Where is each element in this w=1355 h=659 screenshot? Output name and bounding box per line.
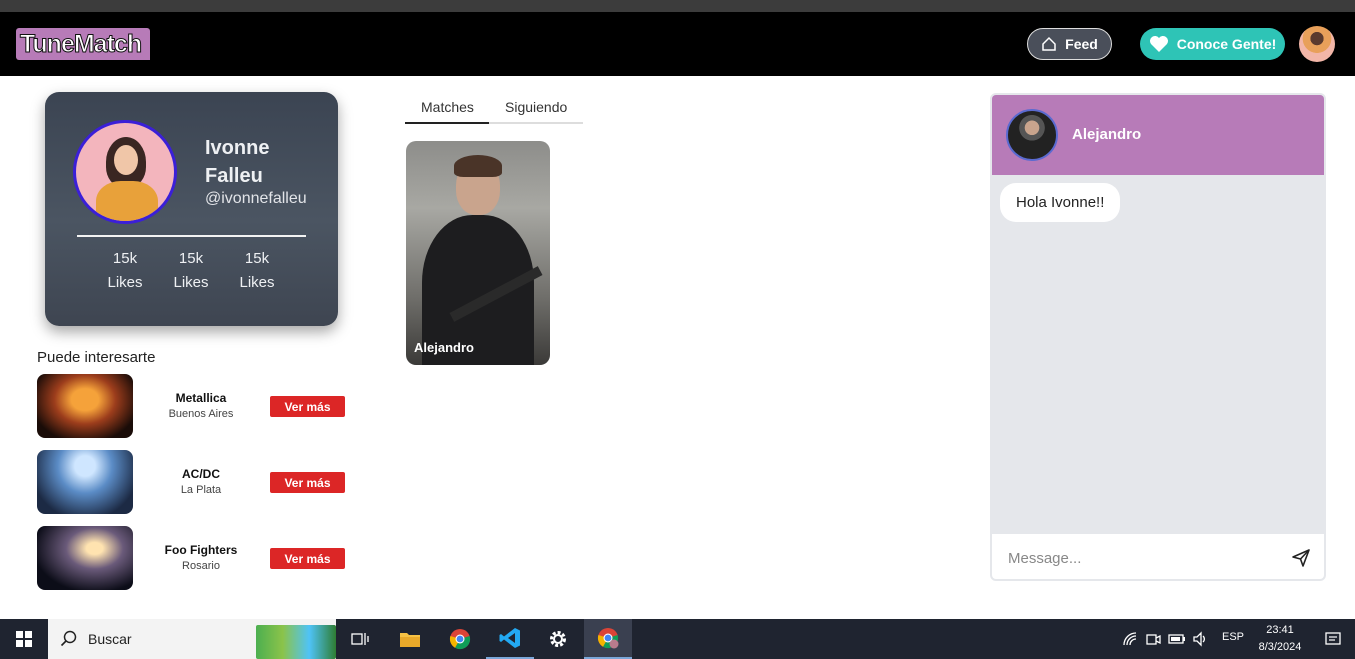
chrome-icon — [449, 629, 471, 650]
feed-label: Feed — [1065, 36, 1098, 52]
settings-button[interactable] — [534, 619, 582, 659]
search-icon — [60, 630, 77, 647]
chat-panel: Alejandro Hola Ivonne!! — [990, 93, 1326, 581]
logo-text: TuneMatch — [19, 30, 142, 59]
logo[interactable]: TuneMatch — [16, 28, 150, 60]
ver-mas-button[interactable]: Ver más — [270, 396, 345, 417]
search-highlight-image[interactable] — [256, 625, 336, 659]
send-icon[interactable] — [1291, 548, 1311, 568]
search-label: Buscar — [88, 631, 132, 647]
vscode-icon — [499, 628, 520, 648]
navbar: TuneMatch Feed Conoce Gente! — [0, 12, 1355, 76]
suggestion-item: AC/DC La Plata Ver más — [37, 450, 347, 514]
stat-value: 15k — [112, 250, 138, 267]
ver-mas-button[interactable]: Ver más — [270, 548, 345, 569]
stat-value: 15k — [244, 250, 270, 267]
suggestions-title: Puede interesarte — [37, 349, 156, 366]
conoce-gente-label: Conoce Gente! — [1176, 36, 1277, 52]
chrome-button[interactable] — [436, 619, 484, 659]
volume-icon[interactable] — [1192, 631, 1208, 647]
task-view-icon — [351, 633, 369, 645]
match-card[interactable]: Alejandro — [406, 141, 550, 365]
network-icon[interactable] — [1122, 631, 1138, 647]
system-clock[interactable]: 23:41 8/3/2024 — [1252, 622, 1308, 656]
battery-icon[interactable] — [1168, 632, 1186, 646]
profile-stat: 15k Likes — [100, 247, 150, 295]
suggestion-item: Foo Fighters Rosario Ver más — [37, 526, 347, 590]
start-button[interactable] — [0, 619, 48, 659]
home-icon — [1042, 36, 1056, 51]
message-input[interactable] — [1008, 547, 1268, 569]
match-figure-hair — [454, 155, 502, 177]
profile-stat: 15k Likes — [232, 247, 282, 295]
tab-siguiendo[interactable]: Siguiendo — [505, 99, 567, 115]
chat-contact-avatar[interactable] — [1006, 109, 1058, 161]
suggestion-item: Metallica Buenos Aires Ver más — [37, 374, 347, 438]
avatar-face — [114, 145, 138, 175]
windows-icon — [16, 631, 32, 647]
clock-time: 23:41 — [1266, 624, 1294, 636]
chat-message: Hola Ivonne!! — [1000, 183, 1121, 222]
stat-label: Likes — [107, 274, 143, 291]
suggestion-name: AC/DC — [182, 467, 220, 481]
browser-top-strip — [0, 0, 1355, 12]
match-name: Alejandro — [414, 340, 474, 355]
avatar-body — [96, 181, 158, 221]
suggestion-name: Metallica — [175, 391, 227, 405]
file-explorer-button[interactable] — [386, 619, 434, 659]
chrome-profile-icon — [597, 628, 619, 649]
heart-icon — [1149, 36, 1168, 52]
folder-icon — [400, 633, 420, 647]
profile-name: Ivonne Falleu — [205, 137, 270, 187]
language-indicator[interactable]: ESP — [1222, 631, 1244, 643]
windows-taskbar: Buscar ESP 23:41 8/3/2024 — [0, 619, 1355, 659]
meet-now-icon[interactable] — [1145, 631, 1161, 647]
profile-handle: @ivonnefalleu — [205, 190, 307, 207]
concert-thumbnail[interactable] — [37, 526, 133, 590]
suggestion-location: Buenos Aires — [168, 408, 234, 420]
suggestion-location: La Plata — [180, 484, 222, 496]
profile-stat: 15k Likes — [166, 247, 216, 295]
clock-date: 8/3/2024 — [1258, 641, 1302, 653]
ver-mas-button[interactable]: Ver más — [270, 472, 345, 493]
profile-divider — [77, 235, 306, 237]
chat-header: Alejandro — [992, 95, 1324, 175]
conoce-gente-button[interactable]: Conoce Gente! — [1140, 28, 1285, 60]
stat-label: Likes — [173, 274, 209, 291]
chat-contact-name: Alejandro — [1072, 126, 1142, 143]
concert-thumbnail[interactable] — [37, 374, 133, 438]
vscode-button[interactable] — [486, 619, 534, 659]
profile-avatar — [73, 120, 177, 224]
matches-tabs: Matches Siguiendo — [405, 95, 583, 124]
tab-matches[interactable]: Matches — [421, 99, 474, 115]
user-avatar[interactable] — [1299, 26, 1335, 62]
stat-label: Likes — [239, 274, 275, 291]
gear-icon — [550, 631, 566, 647]
feed-button[interactable]: Feed — [1027, 28, 1112, 60]
tab-active-indicator — [405, 122, 489, 124]
profile-card: Ivonne Falleu @ivonnefalleu 15k Likes 15… — [45, 92, 338, 326]
suggestion-name: Foo Fighters — [164, 543, 238, 557]
chrome-profile-button[interactable] — [584, 619, 632, 659]
concert-thumbnail[interactable] — [37, 450, 133, 514]
chat-input-bar — [992, 533, 1324, 579]
task-view-button[interactable] — [336, 619, 384, 659]
suggestion-location: Rosario — [182, 560, 220, 572]
stat-value: 15k — [178, 250, 204, 267]
notifications-icon[interactable] — [1325, 631, 1341, 647]
